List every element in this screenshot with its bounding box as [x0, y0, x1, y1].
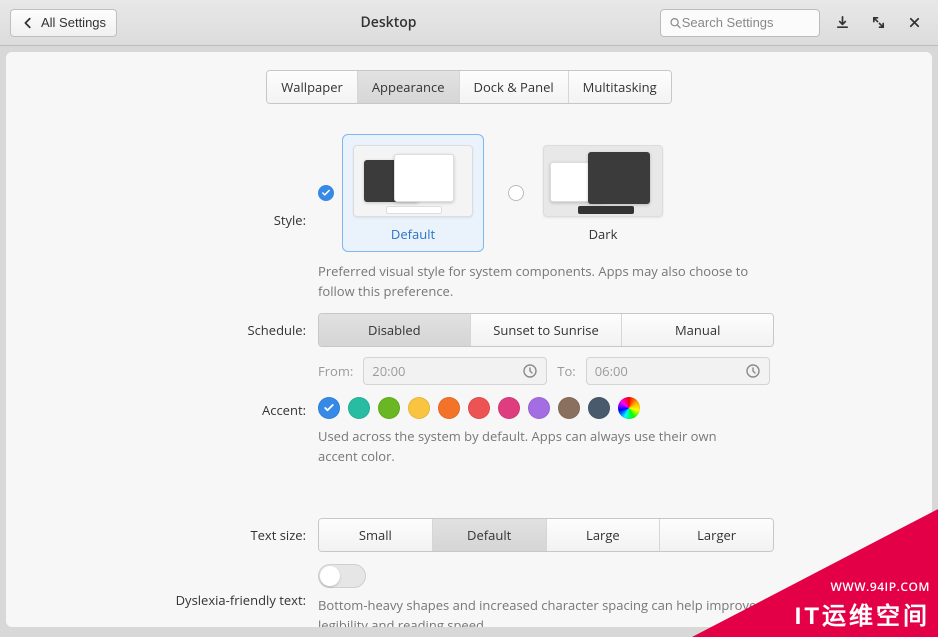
style-card-dark[interactable]: Dark: [532, 134, 674, 252]
clock-icon: [522, 363, 538, 379]
accent-swatch-7[interactable]: [528, 397, 550, 419]
content-card: Wallpaper Appearance Dock & Panel Multit…: [6, 52, 932, 627]
accent-swatch-custom[interactable]: [618, 397, 640, 419]
style-radio-default[interactable]: [318, 185, 334, 201]
schedule-from-field[interactable]: 20:00: [363, 357, 547, 385]
tab-appearance[interactable]: Appearance: [358, 71, 460, 103]
schedule-from-label: From:: [318, 362, 353, 380]
dyslexia-label: Dyslexia-friendly text:: [6, 591, 306, 609]
clock-icon: [745, 363, 761, 379]
headerbar: All Settings Desktop: [0, 0, 938, 46]
tab-multitasking[interactable]: Multitasking: [569, 71, 671, 103]
schedule-field: Disabled Sunset to Sunrise Manual From: …: [318, 313, 788, 385]
close-button[interactable]: [900, 9, 928, 37]
accent-swatch-4[interactable]: [438, 397, 460, 419]
form-grid: Style: Default: [6, 134, 932, 627]
tab-wallpaper[interactable]: Wallpaper: [267, 71, 358, 103]
window-title: Desktop: [125, 13, 652, 32]
tabs-group: Wallpaper Appearance Dock & Panel Multit…: [266, 70, 671, 104]
textsize-label: Text size:: [6, 518, 306, 544]
check-icon: [321, 188, 331, 198]
style-radio-dark[interactable]: [508, 185, 524, 201]
back-label: All Settings: [41, 15, 106, 30]
accent-swatch-6[interactable]: [498, 397, 520, 419]
accent-help-text: Used across the system by default. Apps …: [318, 427, 758, 466]
style-option-default-wrap: Default: [318, 134, 484, 252]
textsize-opt-large[interactable]: Large: [547, 519, 661, 551]
schedule-segmented: Disabled Sunset to Sunrise Manual: [318, 313, 774, 347]
schedule-opt-disabled[interactable]: Disabled: [319, 314, 471, 346]
schedule-label: Schedule:: [6, 313, 306, 339]
accent-swatch-8[interactable]: [558, 397, 580, 419]
style-thumb-dark: [543, 145, 663, 217]
search-settings-box[interactable]: [660, 9, 820, 37]
maximize-icon: [871, 15, 886, 30]
back-all-settings-button[interactable]: All Settings: [10, 9, 117, 37]
search-input[interactable]: [682, 15, 811, 30]
style-caption-dark: Dark: [543, 225, 663, 243]
schedule-to-label: To:: [557, 362, 575, 380]
style-field: Default Dark Preferred visual sty: [318, 134, 788, 301]
accent-swatch-5[interactable]: [468, 397, 490, 419]
textsize-opt-default[interactable]: Default: [433, 519, 547, 551]
accent-swatch-2[interactable]: [378, 397, 400, 419]
accent-field: Used across the system by default. Apps …: [318, 397, 788, 466]
schedule-from-value: 20:00: [372, 362, 405, 380]
schedule-opt-sunset[interactable]: Sunset to Sunrise: [471, 314, 623, 346]
accent-label: Accent:: [6, 397, 306, 419]
check-icon: [323, 402, 335, 414]
style-help-text: Preferred visual style for system compon…: [318, 262, 758, 301]
accent-swatch-1[interactable]: [348, 397, 370, 419]
tabs-row: Wallpaper Appearance Dock & Panel Multit…: [6, 70, 932, 104]
accent-swatch-0[interactable]: [318, 397, 340, 419]
style-label: Style:: [6, 207, 306, 229]
style-option-dark-wrap: Dark: [508, 134, 674, 252]
section-spacer: [6, 478, 788, 506]
style-options-row: Default Dark: [318, 134, 788, 252]
style-thumb-default: [353, 145, 473, 217]
textsize-segmented: Small Default Large Larger: [318, 518, 774, 552]
dyslexia-switch[interactable]: [318, 564, 366, 588]
style-caption-default: Default: [353, 225, 473, 243]
search-icon: [669, 16, 682, 30]
textsize-opt-larger[interactable]: Larger: [660, 519, 773, 551]
download-icon: [835, 15, 850, 30]
schedule-opt-manual[interactable]: Manual: [622, 314, 773, 346]
schedule-to-value: 06:00: [595, 362, 628, 380]
maximize-button[interactable]: [864, 9, 892, 37]
accent-swatches: [318, 397, 788, 419]
close-icon: [907, 15, 922, 30]
dyslexia-help-text: Bottom-heavy shapes and increased charac…: [318, 596, 758, 627]
accent-swatch-3[interactable]: [408, 397, 430, 419]
textsize-opt-small[interactable]: Small: [319, 519, 433, 551]
schedule-times-row: From: 20:00 To: 06:00: [318, 357, 788, 385]
textsize-field: Small Default Large Larger: [318, 518, 788, 552]
arrow-left-icon: [21, 16, 35, 30]
accent-swatch-9[interactable]: [588, 397, 610, 419]
tab-dock-panel[interactable]: Dock & Panel: [460, 71, 569, 103]
schedule-to-field[interactable]: 06:00: [586, 357, 770, 385]
dyslexia-field: Bottom-heavy shapes and increased charac…: [318, 564, 788, 627]
style-card-default[interactable]: Default: [342, 134, 484, 252]
download-button[interactable]: [828, 9, 856, 37]
